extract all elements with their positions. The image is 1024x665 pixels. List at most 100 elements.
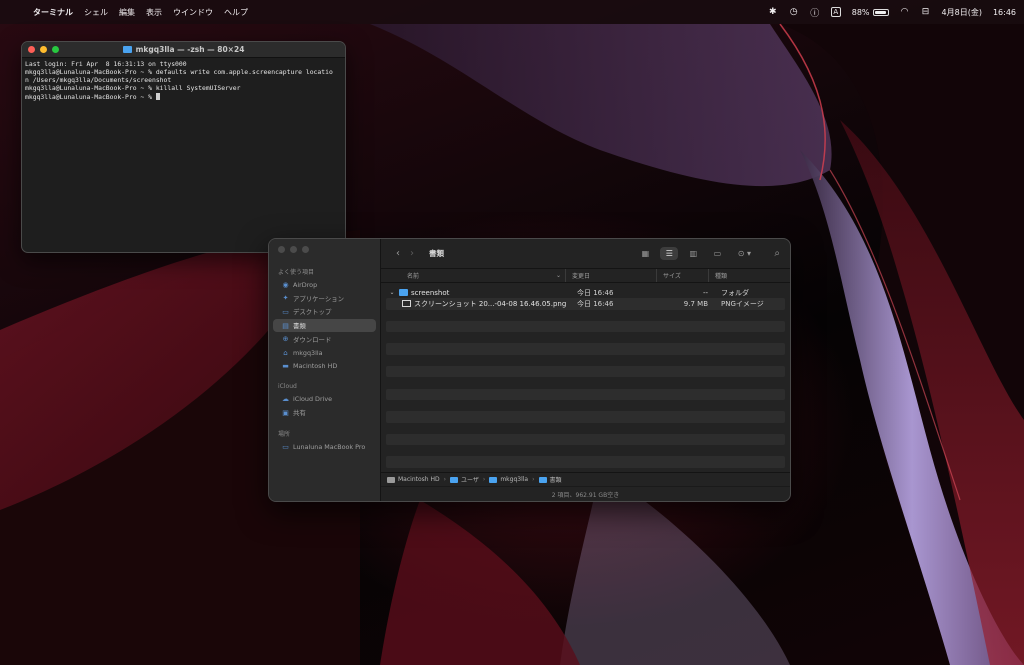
sidebar-item-airdrop[interactable]: ◉ AirDrop <box>273 278 376 292</box>
table-row[interactable]: スクリーンショット 20...-04-08 16.46.05.png 今日 16… <box>386 298 785 310</box>
sidebar-heading-favorites: よく使う項目 <box>278 269 315 276</box>
path-item-macintosh-hd[interactable]: Macintosh HD <box>387 476 440 483</box>
terminal-cursor <box>155 92 160 100</box>
sidebar-item-label: Macintosh HD <box>293 362 338 371</box>
column-name[interactable]: 名前 ⌄ <box>381 269 566 282</box>
bluetooth-icon[interactable]: ✱ <box>768 7 778 17</box>
back-button[interactable]: ‹ <box>391 248 405 259</box>
sidebar-item-label: デスクトップ <box>293 308 332 317</box>
column-date-label: 変更日 <box>572 273 591 280</box>
sidebar-item-label: ダウンロード <box>293 335 332 344</box>
list-view-button[interactable]: ☰ <box>660 247 679 260</box>
sidebar-item-applications[interactable]: ✦ アプリケーション <box>273 292 376 306</box>
empty-row <box>386 411 785 423</box>
menu-app-name[interactable]: ターミナル <box>33 7 73 18</box>
column-kind[interactable]: 種類 <box>709 269 790 282</box>
zoom-button[interactable] <box>302 246 309 253</box>
column-header: 名前 ⌄ 変更日 サイズ 種類 <box>381 269 790 283</box>
battery-status[interactable]: 88% <box>852 8 889 17</box>
path-item-label: mkgq3lla <box>500 476 529 483</box>
column-view-button[interactable]: ▥ <box>684 247 702 260</box>
file-kind: PNGイメージ <box>721 299 764 308</box>
battery-icon <box>872 8 889 16</box>
minimize-button[interactable] <box>40 46 47 53</box>
search-icon[interactable]: ⌕ <box>774 248 780 259</box>
wifi-icon[interactable]: ◠ <box>900 7 910 17</box>
sidebar-item-shared[interactable]: ▣ 共有 <box>273 406 376 420</box>
action-menu-button[interactable]: ⊙ ▾ <box>732 247 756 260</box>
terminal-title-text: mkgq3lla — -zsh — 80×24 <box>135 45 245 54</box>
terminal-line: mkgq3lla@Lunaluna-MacBook-Pro ~ % killal… <box>25 83 241 92</box>
menu-date[interactable]: 4月8日(金) <box>942 7 982 18</box>
terminal-output[interactable]: Last login: Fri Apr 8 16:31:13 on ttys00… <box>22 58 345 105</box>
menu-window[interactable]: ウインドウ <box>173 7 213 18</box>
path-item-users[interactable]: ユーザ <box>450 475 479 484</box>
image-file-icon <box>402 300 411 308</box>
terminal-titlebar[interactable]: mkgq3lla — -zsh — 80×24 <box>22 42 345 58</box>
path-item-home[interactable]: mkgq3lla <box>489 476 528 483</box>
close-button[interactable] <box>28 46 35 53</box>
icon-view-button[interactable]: ▦ <box>636 247 654 260</box>
path-item-documents[interactable]: 書類 <box>538 475 562 484</box>
empty-row <box>386 433 785 446</box>
forward-button[interactable]: › <box>405 248 419 259</box>
info-icon[interactable]: ⓘ <box>810 6 820 19</box>
finder-window[interactable]: よく使う項目 ◉ AirDrop ✦ アプリケーション ▭ デスクトップ ▤ 書… <box>268 238 791 502</box>
empty-row <box>386 400 785 411</box>
home-folder-icon <box>489 476 498 483</box>
empty-row <box>386 343 785 355</box>
empty-row <box>386 320 785 333</box>
empty-row <box>386 310 785 321</box>
path-item-label: Macintosh HD <box>398 476 440 483</box>
sidebar-item-desktop[interactable]: ▭ デスクトップ <box>273 305 376 319</box>
menu-bar: ターミナル シェル 編集 表示 ウインドウ ヘルプ ✱ ◷ ⓘ A 88% ◠ … <box>0 0 1024 24</box>
sidebar-item-downloads[interactable]: ⊕ ダウンロード <box>273 332 376 346</box>
minimize-button[interactable] <box>290 246 297 253</box>
input-source-icon[interactable]: A <box>830 7 841 17</box>
sidebar-item-label: Lunaluna MacBook Pro <box>293 443 366 452</box>
table-row[interactable]: ⌄ screenshot 今日 16:46 -- フォルダ <box>386 287 785 298</box>
file-date: 今日 16:46 <box>577 299 614 308</box>
sidebar-item-label: iCloud Drive <box>293 394 333 403</box>
path-separator-icon: › <box>482 476 486 483</box>
column-name-label: 名前 <box>407 273 420 280</box>
menu-view[interactable]: 表示 <box>146 7 162 18</box>
applications-icon: ✦ <box>282 294 289 303</box>
finder-sidebar: よく使う項目 ◉ AirDrop ✦ アプリケーション ▭ デスクトップ ▤ 書… <box>269 239 381 501</box>
status-text: 2 項目、962.91 GB空き <box>551 491 620 499</box>
sidebar-item-macintosh-hd[interactable]: ▬ Macintosh HD <box>273 360 376 374</box>
empty-row <box>386 355 785 366</box>
disclosure-chevron-icon[interactable]: ⌄ <box>388 289 396 296</box>
sidebar-item-macbook[interactable]: ▭ Lunaluna MacBook Pro <box>273 440 376 454</box>
column-date[interactable]: 変更日 <box>566 269 657 282</box>
terminal-prompt-line[interactable]: mkgq3lla@Lunaluna-MacBook-Pro ~ % <box>25 92 342 102</box>
desktop-icon: ▭ <box>282 307 289 316</box>
zoom-button[interactable] <box>52 46 59 53</box>
sidebar-item-icloud-drive[interactable]: ☁ iCloud Drive <box>273 392 376 406</box>
folder-icon <box>450 476 459 483</box>
column-kind-label: 種類 <box>715 273 728 280</box>
sidebar-heading-locations: 場所 <box>278 431 291 439</box>
file-name: screenshot <box>411 288 450 297</box>
cloud-icon: ☁ <box>282 394 289 403</box>
time-machine-icon[interactable]: ◷ <box>789 7 799 17</box>
sidebar-item-documents[interactable]: ▤ 書類 <box>273 318 376 333</box>
column-size[interactable]: サイズ <box>657 269 709 282</box>
home-icon: ⌂ <box>283 348 288 357</box>
shared-icon: ▣ <box>282 408 289 417</box>
control-center-icon[interactable]: ⊟ <box>921 7 931 17</box>
menu-time[interactable]: 16:46 <box>993 8 1016 17</box>
close-button[interactable] <box>278 246 285 253</box>
menu-help[interactable]: ヘルプ <box>224 7 248 18</box>
path-separator-icon: › <box>532 476 535 483</box>
terminal-window[interactable]: mkgq3lla — -zsh — 80×24 Last login: Fri … <box>21 41 346 253</box>
sidebar-item-label: 書類 <box>293 322 306 331</box>
sidebar-item-home[interactable]: ⌂ mkgq3lla <box>273 346 376 360</box>
empty-row <box>386 423 785 434</box>
menu-edit[interactable]: 編集 <box>119 7 135 18</box>
battery-percent: 88% <box>851 7 870 17</box>
empty-row <box>386 388 785 400</box>
menu-shell[interactable]: シェル <box>84 7 108 18</box>
folder-icon <box>538 476 547 483</box>
gallery-view-button[interactable]: ▭ <box>708 247 726 260</box>
